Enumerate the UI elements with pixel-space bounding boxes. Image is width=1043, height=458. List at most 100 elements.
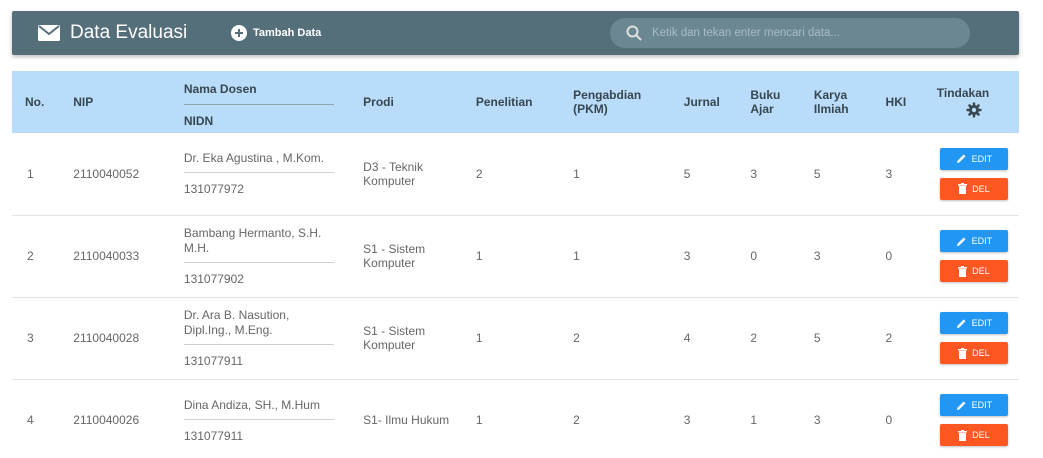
- edit-button[interactable]: EDIT: [939, 394, 1008, 416]
- cell-no: 3: [27, 331, 34, 345]
- cell-hki: 2: [885, 331, 893, 345]
- cell-nip: 2110040026: [73, 413, 140, 427]
- cell-hki: 3: [885, 166, 893, 181]
- delete-button-label: DEL: [972, 266, 990, 276]
- col-header-jurnal: Jurnal: [683, 95, 720, 109]
- table-header-row: No. NIP Nama Dosen NIDN Prodi Penelitian…: [12, 71, 1019, 133]
- cell-nama-dosen: Dr. Eka Agustina , M.Kom.: [183, 151, 334, 174]
- cell-prodi: S1 - Sistem Komputer: [363, 242, 426, 270]
- cell-buku-ajar: 2: [750, 331, 758, 345]
- cell-actions: EDIT DEL: [929, 297, 1019, 379]
- cell-pengabdian: 2: [573, 331, 580, 345]
- pencil-icon: [956, 236, 966, 246]
- cell-no: 4: [27, 413, 34, 427]
- cell-pengabdian: 2: [573, 413, 580, 427]
- cell-nidn: 131077911: [183, 428, 244, 443]
- cell-actions: EDIT DEL: [929, 215, 1019, 297]
- plus-circle-icon: [231, 25, 247, 41]
- cell-no: 2: [27, 249, 34, 263]
- edit-button-label: EDIT: [971, 153, 993, 164]
- trash-icon: [958, 183, 968, 195]
- cell-nama-dosen: Dr. Ara B. Nasution, Dipl.Ing., M.Eng.: [183, 308, 334, 345]
- page-title: Data Evaluasi: [70, 22, 188, 43]
- cell-dosen: Dr. Ara B. Nasution, Dipl.Ing., M.Eng. 13…: [176, 297, 355, 379]
- edit-button-label: EDIT: [971, 400, 993, 410]
- cell-jurnal: 3: [683, 249, 691, 263]
- tindakan-label: Tindakan: [936, 86, 990, 100]
- cell-karya-ilmiah: 3: [813, 249, 821, 263]
- cell-karya-ilmiah: 3: [813, 413, 821, 427]
- delete-button[interactable]: DEL: [939, 260, 1008, 282]
- add-data-label: Tambah Data: [253, 27, 322, 39]
- mail-icon: [38, 25, 60, 41]
- pencil-icon: [956, 154, 966, 164]
- cell-penelitian: 2: [475, 166, 483, 181]
- delete-button[interactable]: DEL: [939, 424, 1008, 446]
- cell-buku-ajar: 0: [750, 249, 758, 263]
- edit-button-label: EDIT: [971, 236, 993, 246]
- cell-pengabdian: 1: [573, 166, 580, 181]
- edit-button[interactable]: EDIT: [939, 147, 1008, 170]
- search-box[interactable]: [610, 18, 970, 48]
- cell-hki: 0: [885, 249, 893, 263]
- edit-button[interactable]: EDIT: [939, 312, 1008, 334]
- gear-icon[interactable]: [966, 102, 982, 118]
- cell-nama-dosen: Dina Andiza, SH., M.Hum: [183, 398, 334, 420]
- search-icon: [626, 25, 642, 41]
- col-header-nama-dosen: Nama Dosen: [183, 76, 334, 105]
- cell-nama-dosen: Bambang Hermanto, S.H. M.H.: [183, 226, 334, 263]
- edit-button[interactable]: EDIT: [939, 230, 1008, 252]
- cell-actions: EDIT DEL: [929, 379, 1019, 458]
- cell-nip: 2110040028: [73, 331, 140, 345]
- cell-penelitian: 1: [475, 413, 483, 427]
- cell-jurnal: 3: [683, 413, 691, 427]
- title-wrap: Data Evaluasi: [38, 11, 187, 55]
- cell-pengabdian: 1: [573, 249, 580, 263]
- cell-nidn: 131077972: [183, 182, 244, 197]
- delete-button[interactable]: DEL: [939, 342, 1008, 364]
- cell-nidn: 131077902: [183, 272, 244, 286]
- cell-prodi: S1 - Sistem Komputer: [363, 324, 426, 352]
- col-header-buku-ajar: Buku Ajar: [750, 88, 781, 116]
- add-data-button[interactable]: Tambah Data: [231, 11, 321, 55]
- top-toolbar: Data Evaluasi Tambah Data: [12, 11, 1019, 55]
- trash-icon: [958, 265, 968, 277]
- cell-hki: 0: [885, 413, 893, 427]
- cell-actions: EDIT DEL: [929, 133, 1019, 215]
- col-header-hki: HKI: [885, 95, 907, 109]
- delete-button[interactable]: DEL: [939, 177, 1008, 200]
- cell-dosen: Dina Andiza, SH., M.Hum 131077911: [176, 379, 355, 458]
- delete-button-label: DEL: [972, 183, 990, 194]
- cell-dosen: Dr. Eka Agustina , M.Kom. 131077972: [176, 133, 355, 215]
- col-header-tindakan: Tindakan: [929, 71, 1019, 133]
- col-header-pengabdian: Pengabdian (PKM): [573, 88, 642, 116]
- cell-dosen: Bambang Hermanto, S.H. M.H. 131077902: [176, 215, 355, 297]
- pencil-icon: [956, 400, 966, 410]
- table-row: 2 2110040033 Bambang Hermanto, S.H. M.H. 13…: [12, 215, 1019, 297]
- delete-button-label: DEL: [972, 430, 990, 440]
- table-row: 1 2110040052 Dr. Eka Agustina , M.Kom. 1310…: [12, 133, 1019, 215]
- cell-penelitian: 1: [475, 331, 483, 345]
- pencil-icon: [956, 318, 966, 328]
- col-header-dosen: Nama Dosen NIDN: [176, 71, 355, 133]
- cell-karya-ilmiah: 5: [813, 166, 821, 181]
- cell-nidn: 131077911: [183, 354, 244, 368]
- cell-nip: 2110040052: [73, 166, 140, 181]
- cell-buku-ajar: 1: [750, 413, 758, 427]
- cell-karya-ilmiah: 5: [813, 331, 821, 345]
- cell-prodi: S1- Ilmu Hukum: [363, 413, 450, 427]
- cell-buku-ajar: 3: [750, 166, 758, 181]
- col-header-prodi: Prodi: [363, 95, 394, 109]
- table-row: 3 2110040028 Dr. Ara B. Nasution, Dipl.Ing…: [12, 297, 1019, 379]
- col-header-karya-ilmiah: Karya Ilmiah: [813, 88, 849, 116]
- col-header-nip: NIP: [73, 95, 94, 109]
- table-row: 4 2110040026 Dina Andiza, SH., M.Hum 131077…: [12, 379, 1019, 458]
- trash-icon: [958, 347, 968, 359]
- cell-no: 1: [27, 166, 34, 181]
- edit-button-label: EDIT: [971, 318, 993, 328]
- evaluation-table: No. NIP Nama Dosen NIDN Prodi Penelitian…: [12, 71, 1019, 458]
- search-input[interactable]: [652, 27, 942, 39]
- delete-button-label: DEL: [972, 348, 990, 358]
- cell-nip: 2110040033: [73, 249, 140, 263]
- col-header-penelitian: Penelitian: [475, 95, 533, 109]
